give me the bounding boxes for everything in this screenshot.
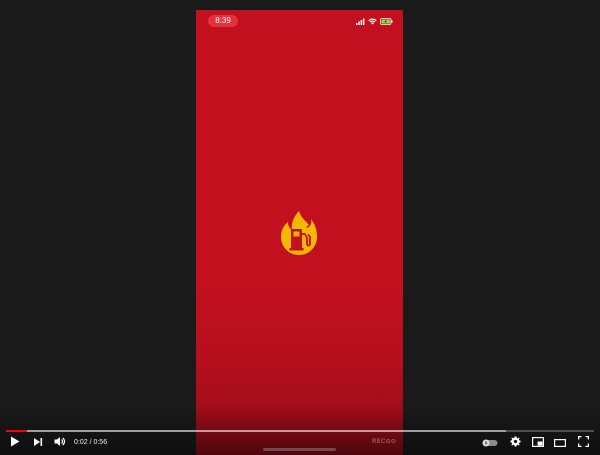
fullscreen-button[interactable] [576, 434, 590, 452]
progress-buffered [6, 430, 506, 432]
progress-bar[interactable] [6, 430, 594, 432]
flame-fuel-pump-logo [280, 210, 318, 256]
settings-button[interactable] [508, 436, 522, 450]
volume-icon [54, 434, 66, 452]
home-indicator [263, 448, 336, 451]
phone-screen-recording: 8:39 REC⊙⊙ [196, 10, 403, 455]
theater-mode-icon [554, 434, 567, 452]
miniplayer-button[interactable] [531, 436, 545, 450]
next-icon [33, 434, 43, 452]
autoplay-toggle[interactable] [481, 436, 499, 450]
wifi-icon [368, 12, 377, 30]
play-button[interactable] [8, 436, 22, 450]
volume-button[interactable] [53, 436, 67, 450]
theater-mode-button[interactable] [553, 436, 567, 450]
status-icons [356, 16, 393, 26]
recording-watermark: REC⊙⊙ [372, 439, 397, 445]
status-time: 8:39 [208, 15, 238, 27]
video-player[interactable]: 8:39 REC⊙⊙ 0:02 / 0:56 [0, 0, 600, 455]
play-icon [10, 434, 20, 452]
duration: 0:56 [93, 439, 108, 446]
status-bar: 8:39 [196, 10, 403, 32]
progress-played [6, 430, 28, 432]
time-display: 0:02 / 0:56 [74, 438, 107, 448]
autoplay-toggle-icon [482, 434, 498, 452]
fullscreen-icon [577, 434, 589, 452]
miniplayer-icon [532, 434, 545, 452]
battery-charging-icon [380, 12, 393, 30]
gear-icon [509, 434, 521, 452]
next-button[interactable] [31, 436, 45, 450]
current-time: 0:02 [74, 439, 88, 446]
cellular-signal-icon [356, 12, 365, 30]
